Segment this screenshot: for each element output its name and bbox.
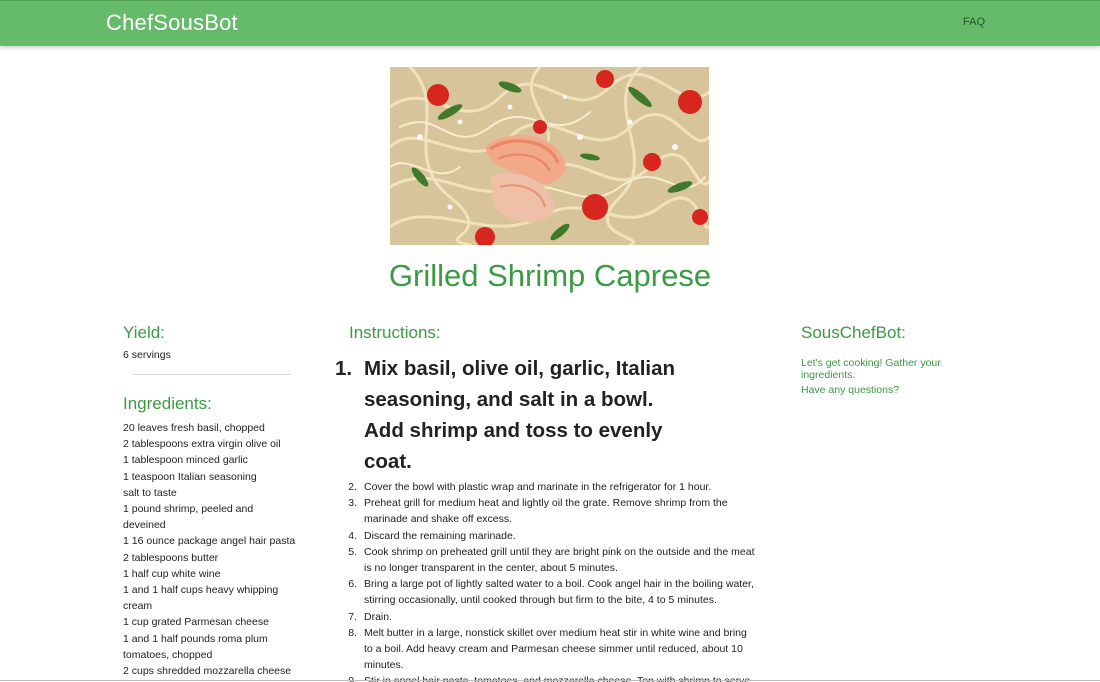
recipe-photo-illustration: [390, 67, 709, 245]
current-step-text: Mix basil, olive oil, garlic, Italian se…: [364, 357, 676, 473]
faq-link[interactable]: FAQ: [963, 16, 985, 28]
instruction-step: 5. Cook shrimp on preheated grill until t…: [335, 544, 765, 576]
instruction-step: 8. Melt butter in a large, nonstick skill…: [335, 625, 765, 674]
ingredient-item: 2 tablespoons butter: [123, 551, 219, 564]
ingredient-item: 1 cup grated Parmesan cheese: [123, 616, 269, 629]
ingredients-heading: Ingredients:: [123, 394, 212, 413]
instructions-column: Instructions: 1. Mix basil, olive oil, g…: [335, 323, 765, 682]
bottom-divider: [0, 680, 1100, 681]
bot-message: Let's get cooking! Gather your ingredien…: [801, 357, 941, 381]
recipe-title: Grilled Shrimp Caprese: [388, 258, 712, 293]
ingredient-item: 1 tablespoon minced garlic: [123, 454, 248, 467]
ingredient-item: 2 cups shredded mozzarella cheese: [123, 665, 292, 678]
step-number: 8.: [348, 626, 357, 639]
questions-link[interactable]: Have any questions?: [801, 384, 971, 397]
ingredient-item: salt to taste: [123, 486, 177, 499]
yield-heading: Yield:: [123, 323, 165, 342]
instruction-step: 7. Drain.: [335, 609, 765, 625]
instruction-step: 6. Bring a large pot of lightly salted wa…: [335, 576, 765, 608]
current-step: 1. Mix basil, olive oil, garlic, Italian…: [335, 353, 765, 477]
ingredient-item: 1 and 1 half pounds roma plum tomatoes, …: [123, 632, 268, 661]
divider: [132, 374, 291, 375]
step-text: Bring a large pot of lightly salted wate…: [364, 578, 754, 607]
step-number: 4.: [348, 529, 357, 542]
instructions-heading: Instructions:: [349, 323, 441, 342]
ingredients-list: 20 leaves fresh basil, chopped 2 tablesp…: [123, 420, 308, 679]
step-text: Cook shrimp on preheated grill until the…: [364, 545, 755, 575]
ingredient-item: 2 tablespoons extra virgin olive oil: [123, 438, 281, 451]
step-text: Melt butter in a large, nonstick skillet…: [364, 626, 747, 672]
step-number: 5.: [348, 545, 357, 558]
ingredient-item: 1 half cup white wine: [123, 567, 221, 580]
ingredient-item: 1 teaspoon Italian seasoning: [123, 470, 257, 483]
brand-logo[interactable]: ChefSousBot: [106, 10, 238, 36]
step-text: Cover the bowl with plastic wrap and mar…: [364, 481, 712, 493]
step-number: 7.: [348, 610, 357, 623]
bot-heading: SousChefBot:: [801, 323, 906, 342]
recipe-image: [390, 67, 709, 245]
sous-chef-bot-panel: SousChefBot: Let's get cooking! Gather y…: [801, 323, 971, 397]
instruction-step: 4. Discard the remaining marinade.: [335, 528, 765, 544]
instruction-step: 3. Preheat grill for medium heat and ligh…: [335, 495, 765, 527]
step-text: Preheat grill for medium heat and lightl…: [364, 497, 728, 526]
step-text: Drain.: [364, 610, 393, 623]
ingredient-item: 1 16 ounce package angel hair pasta: [123, 535, 296, 548]
step-text: Discard the remaining marinade.: [364, 529, 516, 542]
yield-value: 6 servings: [123, 349, 171, 361]
ingredient-item: 20 leaves fresh basil, chopped: [123, 422, 265, 434]
step-number: 6.: [348, 578, 357, 591]
instruction-steps: 2. Cover the bowl with plastic wrap and m…: [335, 479, 765, 682]
step-number: 2.: [348, 481, 357, 493]
step-number: 3.: [348, 497, 357, 510]
ingredient-item: 1 pound shrimp, peeled and deveined: [123, 503, 254, 532]
recipe-details-column: Yield: 6 servings Ingredients: 20 leaves…: [123, 323, 308, 679]
top-navbar: ChefSousBot FAQ: [0, 0, 1100, 46]
current-step-number: 1.: [335, 357, 353, 380]
ingredient-item: 1 and 1 half cups heavy whipping cream: [123, 584, 279, 613]
instruction-step: 2. Cover the bowl with plastic wrap and m…: [335, 479, 765, 495]
